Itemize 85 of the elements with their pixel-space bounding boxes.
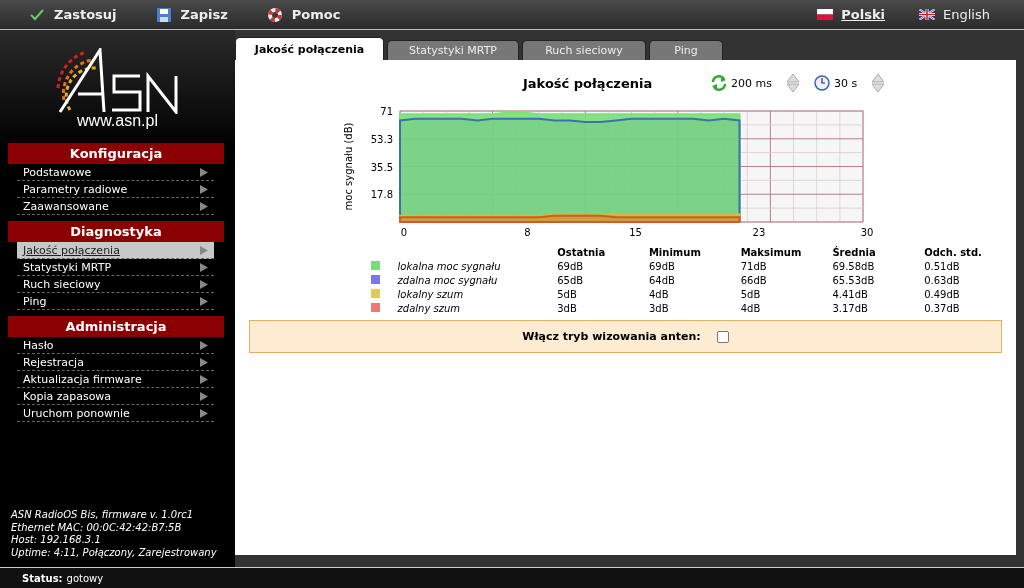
spinner-arrows-icon[interactable]: [785, 73, 800, 93]
table-cell-text: 4dB: [740, 301, 762, 315]
column-header: Ostatnia: [557, 246, 649, 259]
table-cell-text: 0.49dB: [924, 287, 961, 301]
menu-item[interactable]: Rejestracja: [17, 354, 214, 371]
lifebuoy-icon: [267, 7, 282, 22]
table-cell: 5dB: [740, 287, 833, 301]
device-info-line: Host: 192.168.3.1: [11, 534, 102, 547]
status-label: Status:: [22, 572, 63, 584]
language-link[interactable]: Polski: [817, 7, 886, 22]
tab[interactable]: Ping: [649, 40, 723, 60]
table-cell: 69dB: [557, 259, 649, 273]
menu-section-header: Administracja: [8, 316, 224, 337]
y-tick-label: 35.5: [370, 161, 393, 173]
menu-item[interactable]: Statystyki MRTP: [17, 259, 214, 276]
device-info-line: Uptime: 4:11, Połączony, Zarejestrowany: [11, 546, 218, 559]
column-header: Minimum: [648, 246, 741, 259]
x-tick-label: 8: [524, 227, 531, 238]
device-info-line: ASN RadioOS Bis, firmware v. 1.0rc1: [11, 509, 195, 522]
table-cell-text: 0.51dB: [924, 259, 961, 273]
clock-icon: [813, 75, 830, 91]
time-window: 30 s: [833, 76, 858, 90]
checkbox-label: Włącz tryb wizowania anten:: [522, 330, 701, 343]
table-cell-text: 0.37dB: [924, 301, 961, 315]
table-cell-text: 66dB: [740, 273, 768, 287]
floppy-icon: [156, 7, 171, 22]
x-tick-label: 0: [400, 227, 408, 238]
language-link[interactable]: English: [919, 7, 990, 22]
device-info-line: Ethernet MAC: 00:0C:42:42:B7:5B: [11, 521, 183, 534]
column-header: Średnia: [832, 246, 925, 259]
y-tick-label: 17.8: [370, 189, 393, 201]
toolbar-button[interactable]: Zapisz: [156, 7, 228, 22]
table-cell-text: 0.63dB: [924, 273, 961, 287]
menu-item[interactable]: Kopia zapasowa: [17, 388, 214, 405]
table-cell: 69.58dB: [832, 259, 925, 273]
series-name: zdalna moc sygnału: [397, 273, 499, 287]
table-cell: 4.41dB: [832, 287, 925, 301]
y-tick-label: 53.3: [370, 133, 393, 145]
menu-item[interactable]: Ruch sieciowy: [17, 276, 214, 293]
table-cell: 69dB: [648, 259, 741, 273]
toolbar-button[interactable]: Pomoc: [267, 7, 341, 22]
menu-item[interactable]: Uruchom ponownie: [17, 405, 214, 422]
tab[interactable]: Jakość połączenia: [235, 37, 384, 60]
refresh-icon: [711, 75, 727, 91]
menu-item[interactable]: Podstawowe: [17, 164, 214, 181]
column-header: Odch. std.: [924, 246, 983, 259]
column-header: Maksimum: [740, 246, 803, 259]
menu-item[interactable]: Hasło: [17, 337, 214, 354]
menu-item[interactable]: Jakość połączenia: [17, 242, 214, 259]
tab[interactable]: Statystyki MRTP: [387, 40, 519, 60]
table-cell-text: 71dB: [740, 259, 768, 273]
chart-title: Jakość połączenia: [523, 75, 654, 91]
series-name: lokalna moc sygnału: [397, 259, 502, 273]
website-url: www.asn.pl: [77, 112, 158, 130]
table-cell: 65dB: [557, 273, 649, 287]
series-name: lokalny szum: [397, 287, 465, 301]
checkbox[interactable]: [716, 330, 729, 343]
toolbar-button[interactable]: Zastosuj: [30, 7, 117, 22]
table-cell: 3.17dB: [832, 301, 925, 315]
table-cell: 3dB: [557, 301, 649, 315]
x-tick-label: 23: [752, 227, 766, 238]
y-axis-title: moc sygnału (dB): [343, 122, 354, 211]
y-tick-label: 71: [380, 106, 393, 117]
table-cell: 5dB: [557, 287, 649, 301]
menu-section-header: Diagnostyka: [8, 221, 224, 242]
menu-item[interactable]: Parametry radiowe: [17, 181, 214, 198]
table-cell: 65.53dB: [832, 273, 925, 287]
menu-item[interactable]: Aktualizacja firmware: [17, 371, 214, 388]
table-cell: 3dB: [648, 301, 741, 315]
menu-item[interactable]: Ping: [17, 293, 214, 310]
spinner-arrows-icon[interactable]: [871, 73, 886, 93]
menu-section-header: Konfiguracja: [8, 143, 224, 164]
refresh-interval: 200 ms: [731, 76, 772, 90]
menu-item[interactable]: Zaawansowane: [17, 198, 214, 215]
x-tick-label: 30: [860, 227, 874, 238]
flag-icon: [919, 9, 936, 20]
x-tick-label: 15: [629, 227, 642, 238]
status-value: gotowy: [66, 572, 104, 584]
table-cell: 4dB: [648, 287, 741, 301]
flag-icon: [817, 9, 834, 20]
table-cell: 64dB: [648, 273, 741, 287]
check-icon: [30, 8, 44, 21]
tab[interactable]: Ruch sieciowy: [522, 40, 646, 60]
logo-icon: [55, 48, 180, 114]
series-name: zdalny szum: [397, 301, 462, 315]
